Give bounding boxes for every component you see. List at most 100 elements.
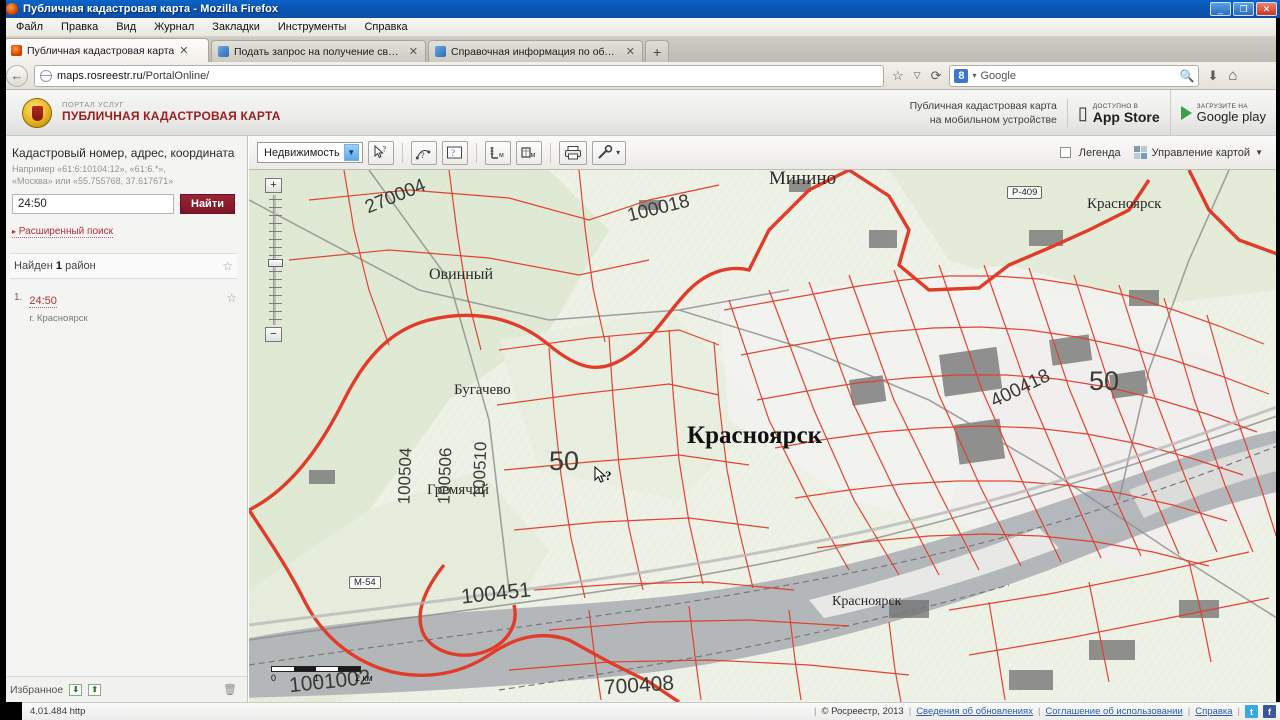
tab-request-info[interactable]: Подать запрос на получение сведений... ✕	[211, 40, 426, 62]
area-info-tool[interactable]: ?	[441, 140, 468, 165]
favorite-star-icon[interactable]: ☆	[226, 291, 237, 305]
footer-link-help[interactable]: Справка	[1195, 706, 1232, 717]
tab-label: Справочная информация по объектам ...	[451, 45, 621, 58]
tab-strip: Публичная кадастровая карта ✕ Подать зап…	[0, 37, 1280, 62]
window-controls: _ ❐ ✕	[1210, 2, 1277, 16]
twitter-icon[interactable]: t	[1245, 705, 1258, 718]
url-text: maps.rosreestr.ru/PortalOnline/	[57, 70, 209, 82]
results-suffix: район	[65, 260, 96, 273]
tab-label: Подать запрос на получение сведений...	[234, 45, 404, 58]
google-play-button[interactable]: ЗАГРУЗИТЕ НА Google play	[1171, 90, 1280, 136]
svg-text:?: ?	[451, 148, 455, 158]
promo-line-1: Публичная кадастровая карта	[909, 99, 1057, 112]
site-header: ПОРТАЛ УСЛУГ ПУБЛИЧНАЯ КАДАСТРОВАЯ КАРТА…	[0, 90, 1280, 136]
google-play-icon	[1180, 106, 1192, 120]
layer-select[interactable]: Недвижимость ▼	[257, 142, 363, 163]
zoom-slider-handle[interactable]	[267, 259, 283, 267]
measure-distance-tool[interactable]: ?	[410, 140, 437, 165]
chevron-down-icon: ▼	[343, 144, 359, 161]
search-bar[interactable]: 8 ▾ Google 🔍	[949, 64, 1200, 87]
scale-bar-labels: 0 1 2 км	[271, 672, 381, 684]
measure-area-tool[interactable]: м	[515, 140, 542, 165]
new-tab-button[interactable]: +	[645, 40, 670, 62]
results-header: Найден 1 район ☆	[10, 253, 237, 280]
result-link[interactable]: 24:50	[29, 295, 57, 309]
site-brand[interactable]: ПОРТАЛ УСЛУГ ПУБЛИЧНАЯ КАДАСТРОВАЯ КАРТА	[62, 101, 281, 123]
app-store-name: App Store	[1092, 108, 1160, 125]
distance-question-icon: ?	[415, 149, 431, 160]
url-host: maps.rosreestr.ru	[57, 69, 143, 82]
menu-help[interactable]: Справка	[356, 19, 415, 35]
menu-file[interactable]: Файл	[8, 19, 51, 35]
favorite-all-star-icon[interactable]: ☆	[222, 259, 233, 273]
triangle-right-icon: ▸	[12, 227, 17, 237]
menu-view[interactable]: Вид	[108, 19, 144, 35]
favorites-export-icon[interactable]: ⬆	[88, 683, 102, 696]
map-canvas[interactable]: Минино Овинный Бугачево Гремячий Красноя…	[249, 170, 1280, 702]
area-measure-icon: м	[521, 147, 536, 159]
select-info-tool[interactable]: ?	[367, 140, 394, 165]
tab-cadastral-map[interactable]: Публичная кадастровая карта ✕	[4, 38, 209, 62]
zoom-slider-track[interactable]	[267, 195, 283, 325]
favorites-import-icon[interactable]: ⬇	[69, 683, 83, 696]
url-bar[interactable]: maps.rosreestr.ru/PortalOnline/	[34, 64, 884, 87]
menu-tools[interactable]: Инструменты	[270, 19, 355, 35]
reload-icon[interactable]: ⟳	[929, 68, 944, 84]
map-control-button[interactable]: Управление картой ▼	[1129, 143, 1268, 162]
portal-name: ПУБЛИЧНАЯ КАДАСТРОВАЯ КАРТА	[62, 108, 281, 123]
road-shield-m54: М-54	[349, 576, 381, 589]
tab-close-icon[interactable]: ✕	[626, 45, 635, 58]
promo-text: Публичная кадастровая карта на мобильном…	[909, 98, 1068, 128]
navigation-bar: ← maps.rosreestr.ru/PortalOnline/ ☆ ▽ ⟳ …	[0, 62, 1280, 90]
results-prefix: Найден	[14, 260, 53, 273]
menu-edit[interactable]: Правка	[53, 19, 106, 35]
window-right-edge	[1276, 18, 1280, 702]
tab-reference-info[interactable]: Справочная информация по объектам ... ✕	[428, 40, 643, 62]
advanced-search-link[interactable]: ▸ Расширенный поиск	[12, 226, 113, 239]
tab-favicon-icon	[11, 45, 22, 56]
chevron-down-icon[interactable]: ▽	[912, 70, 923, 81]
list-item[interactable]: 1. 24:50 г. Красноярск ☆	[14, 291, 237, 324]
tab-close-icon[interactable]: ✕	[409, 45, 418, 58]
bookmark-star-icon[interactable]: ☆	[890, 68, 906, 84]
menu-history[interactable]: Журнал	[146, 19, 202, 35]
facebook-icon[interactable]: f	[1263, 705, 1276, 718]
close-button[interactable]: ✕	[1256, 2, 1277, 16]
map-toolbar-right: Легенда Управление картой ▼	[1059, 143, 1272, 162]
status-footer: 4.01.484 http | © Росреестр, 2013 | Свед…	[0, 702, 1280, 720]
download-icon[interactable]: ⬇	[1205, 68, 1220, 84]
search-title: Кадастровый номер, адрес, координата	[12, 146, 235, 160]
firefox-icon	[6, 3, 18, 15]
back-button[interactable]: ←	[6, 64, 28, 87]
menu-bookmarks[interactable]: Закладки	[204, 19, 268, 35]
search-row: 24:50 Найти	[12, 194, 235, 215]
zoom-out-button[interactable]: −	[265, 327, 282, 342]
tab-close-icon[interactable]: ✕	[179, 44, 188, 57]
google-badge-icon: 8	[954, 68, 969, 83]
footer-link-agreement[interactable]: Соглашение об использовании	[1045, 706, 1182, 717]
legend-checkbox[interactable]	[1059, 147, 1071, 158]
search-icon[interactable]: 🔍	[1180, 69, 1195, 83]
home-icon[interactable]: ⌂	[1226, 67, 1239, 84]
maximize-button[interactable]: ❐	[1233, 2, 1254, 16]
trash-icon[interactable]: 🗑	[223, 683, 237, 696]
find-button[interactable]: Найти	[180, 194, 235, 215]
toolbar-separator	[475, 142, 477, 163]
footer-link-updates[interactable]: Сведения об обновлениях	[916, 706, 1033, 717]
zoom-in-button[interactable]: +	[265, 178, 282, 193]
measure-length-tool[interactable]: м	[484, 140, 511, 165]
window-titlebar: Публичная кадастровая карта - Mozilla Fi…	[0, 0, 1280, 18]
tools-menu[interactable]: ▾	[591, 140, 626, 165]
svg-text:м: м	[499, 152, 504, 159]
search-engine-caret-icon[interactable]: ▾	[972, 71, 976, 80]
globe-icon	[40, 69, 52, 82]
parcel-question-icon: ?	[447, 146, 463, 159]
svg-text:?: ?	[421, 151, 425, 160]
footer-links: | © Росреестр, 2013 | Сведения об обновл…	[814, 705, 1280, 718]
search-input[interactable]: 24:50	[12, 194, 174, 215]
print-tool[interactable]	[558, 140, 587, 165]
legend-label[interactable]: Легенда	[1079, 147, 1121, 159]
search-block: Кадастровый номер, адрес, координата Нап…	[0, 136, 247, 245]
minimize-button[interactable]: _	[1210, 2, 1231, 16]
app-store-button[interactable]: ▯ Доступно в App Store	[1068, 90, 1171, 136]
